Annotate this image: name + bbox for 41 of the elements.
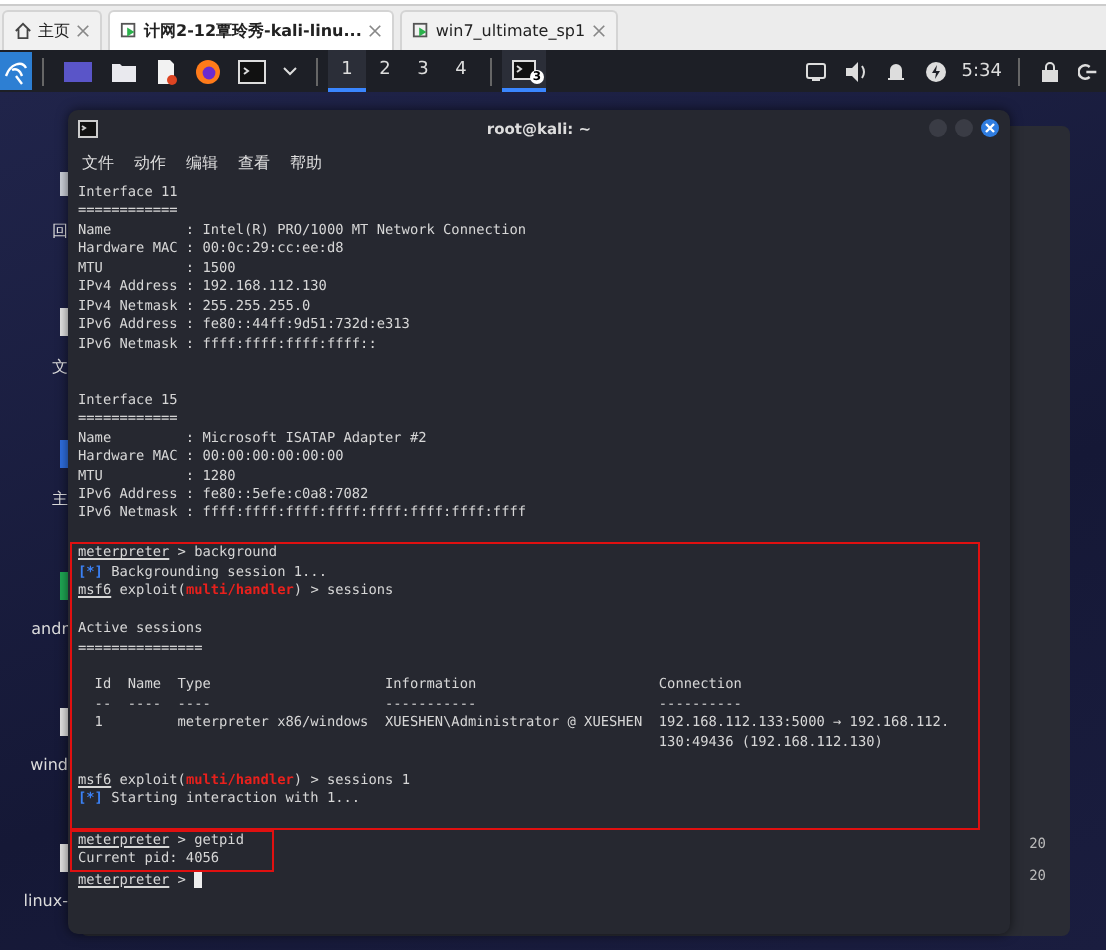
caret-icon[interactable] [282,65,298,77]
close-icon[interactable] [76,24,90,38]
desktop-icon[interactable] [60,172,68,200]
menu-item[interactable]: 动作 [134,151,166,173]
menu-item[interactable]: 文件 [82,151,114,173]
desktop-icon-label[interactable]: andr [31,620,68,638]
folder-icon[interactable] [110,59,138,83]
browser-tab[interactable]: 计网2-12覃玲秀-kali-linu... [108,10,394,50]
lock-icon[interactable] [1038,59,1062,83]
document-icon[interactable] [154,57,178,85]
volume-icon[interactable] [843,59,868,83]
desktop-icon-label[interactable]: 文 [52,356,68,378]
terminal-icon [78,119,98,137]
browser-tab[interactable]: 主页 [2,10,102,50]
power-status-icon[interactable] [923,59,948,83]
desktop-icon-label[interactable]: linux- [23,892,68,910]
close-button[interactable] [980,118,1000,138]
workspace-tab[interactable]: 1 [328,50,366,92]
bell-icon[interactable] [883,59,908,83]
desktop-icon-label[interactable]: 主 [52,488,68,510]
virtual-machine-icon [411,22,430,40]
menu-item[interactable]: 帮助 [290,151,322,173]
firefox-icon[interactable] [194,57,222,85]
workspace-tab[interactable]: 4 [442,50,480,92]
browser-tab[interactable]: win7_ultimate_sp1 [399,10,618,50]
desktop-icon-label[interactable]: wind [30,756,68,774]
terminal-icon[interactable] [238,59,266,83]
display-icon[interactable] [803,59,828,83]
workspace-icon[interactable] [62,59,94,83]
home-icon [14,22,32,40]
close-icon[interactable] [367,24,382,38]
workspace-tab[interactable]: 3 [404,50,442,92]
terminal-icon [512,59,536,79]
virtual-machine-icon [120,22,138,40]
menu-item[interactable]: 编辑 [186,151,218,173]
desktop-icon-label[interactable]: 回 [52,220,68,242]
clock[interactable]: 5:34 [961,61,1002,81]
workspace-tab[interactable]: 2 [366,50,404,92]
menu-item[interactable]: 查看 [238,151,270,173]
logout-icon[interactable] [1078,59,1098,83]
close-icon[interactable] [591,24,606,38]
